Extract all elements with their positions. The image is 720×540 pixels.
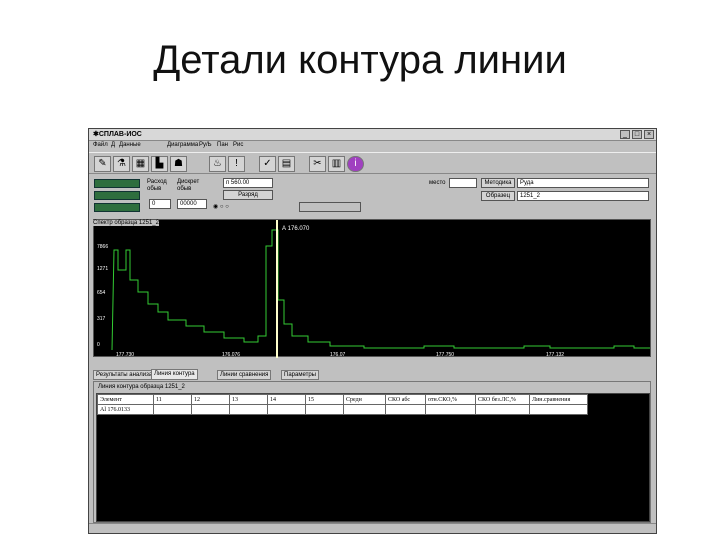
col-13: 13 [229,394,268,405]
obrazec-button[interactable]: Образец [481,191,515,201]
menu-file[interactable]: Файл [93,142,108,148]
results-table: Элемент 11 12 13 14 15 Средн СКО абс отн… [97,394,588,415]
tools-icon[interactable]: ✂ [309,156,326,172]
wavelength-field[interactable]: п 560.00 [223,178,273,188]
tab-comparison-lines[interactable]: Линии сравнения [217,370,272,380]
col-14: 14 [267,394,306,405]
panel-title: Линия контура образца 1251_2 [98,384,185,390]
table-cell[interactable] [343,404,386,415]
zamer-field[interactable]: 00000 [177,199,207,209]
table-cell[interactable] [153,404,192,415]
razryad-button[interactable]: Разряд [223,190,273,200]
table-header-row: Элемент 11 12 13 14 15 Средн СКО абс отн… [97,394,588,405]
col-comparison-line: Лин.сравнения [529,394,588,405]
mesto-label: место [429,180,446,186]
x-tick-label: 177.132 [546,352,564,358]
menu-ris[interactable]: Рис [233,142,243,148]
tab-results[interactable]: Результаты анализа [93,370,156,380]
window-title-text: СПЛАВ-ИОС [98,131,142,138]
database-icon[interactable]: ▥ [328,156,345,172]
metodika-button[interactable]: Методика [481,178,515,188]
radio-options[interactable]: ◉ ○ ○ [213,203,229,210]
slide-title: Детали контура линии [153,38,567,82]
indicator-1 [94,179,140,188]
x-tick-label: 177.750 [436,352,454,358]
col-11: 11 [153,394,192,405]
col-12: 12 [191,394,230,405]
mesto-field[interactable] [449,178,477,188]
table-cell[interactable] [475,404,530,415]
check-chart-icon[interactable]: ✓ [259,156,276,172]
indicator-3 [94,203,140,212]
warning-icon[interactable]: ! [228,156,245,172]
spectrum-plot[interactable]: 9885786612716543170 177.730176.076176.07… [93,219,651,358]
rashod-label: Расход [147,179,167,185]
table-cell[interactable] [267,404,306,415]
zamer-label: Дискрет [177,179,200,185]
title-bar: ✱СПЛАВ-ИОС _ □ × [89,129,656,141]
table-cell[interactable] [191,404,230,415]
rashod-sub-label: обыв [147,186,162,192]
table-cell[interactable] [385,404,426,415]
menu-bar: Файл Д Данные Диаграмма Ру/Ь Пан Рис [89,141,656,151]
window-title: ✱СПЛАВ-ИОС [93,130,142,138]
table-icon[interactable]: ▤ [278,156,295,172]
col-15: 15 [305,394,344,405]
measure-tool-icon[interactable]: ✎ [94,156,111,172]
info-icon[interactable]: i [347,156,364,172]
spectrum-chart: 9885786612716543170 177.730176.076176.07… [97,220,650,358]
toolbar: ✎ ⚗ ▦ ▙ ☗ ♨ ! ✓ ▤ ✂ ▥ i [89,152,656,174]
peak-label: А 176.070 [282,226,310,232]
results-grid[interactable]: Элемент 11 12 13 14 15 Средн СКО абс отн… [96,393,650,522]
histogram-icon[interactable]: ▙ [151,156,168,172]
y-tick-label: 0 [97,342,100,348]
menu-pan[interactable]: Пан [217,142,228,148]
tab-bar: Результаты анализа Линия контура Линии с… [93,369,651,381]
rashod-field[interactable]: 0 [149,199,171,209]
parameters-panel: Расход обыв Дискрет обыв 0 00000 п 560.0… [89,175,656,217]
col-sko-abs: СКО абс [385,394,426,405]
col-mean: Средн [343,394,386,405]
col-sko-no-ls: СКО без.ЛС,% [475,394,530,405]
table-cell[interactable] [529,404,588,415]
spectrum-title: Спектр образца 1251_2 [93,220,159,226]
close-button[interactable]: × [644,130,654,139]
status-bar [89,523,656,533]
menu-ru[interactable]: Ру/Ь [199,142,212,148]
x-tick-label: 177.730 [116,352,134,358]
line-contour-panel: Линия контура образца 1251_2 Элемент 11 … [93,381,651,523]
table-row[interactable]: Al 176.0133 [97,404,588,415]
spectrum-line [111,229,650,351]
table-cell[interactable] [305,404,344,415]
y-tick-label: 7866 [97,244,108,250]
maximize-button[interactable]: □ [632,130,642,139]
grid-icon[interactable]: ▦ [132,156,149,172]
indicator-2 [94,191,140,200]
y-tick-label: 317 [97,316,106,322]
obrazec-field[interactable]: 1251_2 [517,191,649,201]
menu-data[interactable]: Данные [119,142,141,148]
table-cell[interactable] [425,404,476,415]
tab-parameters[interactable]: Параметры [281,370,319,380]
menu-diagram[interactable]: Диаграмма [167,142,198,148]
flask-icon[interactable]: ⚗ [113,156,130,172]
metodika-select[interactable]: Руда [517,178,649,188]
users-icon[interactable]: ☗ [170,156,187,172]
progress-bar [299,202,361,212]
menu-d[interactable]: Д [111,142,115,148]
tab-line-contour[interactable]: Линия контура [151,369,198,380]
zamer-sub-label: обыв [177,186,192,192]
x-tick-label: 176.07 [330,352,346,358]
table-cell[interactable] [229,404,268,415]
x-tick-label: 176.076 [222,352,240,358]
y-tick-label: 1271 [97,266,108,272]
y-tick-label: 654 [97,290,106,296]
fire-icon[interactable]: ♨ [209,156,226,172]
app-window: ✱СПЛАВ-ИОС _ □ × Файл Д Данные Диаграмма… [88,128,657,534]
minimize-button[interactable]: _ [620,130,630,139]
col-element: Элемент [97,394,154,405]
col-sko-rel: отн.СКО,% [425,394,476,405]
cell-element[interactable]: Al 176.0133 [97,404,154,415]
